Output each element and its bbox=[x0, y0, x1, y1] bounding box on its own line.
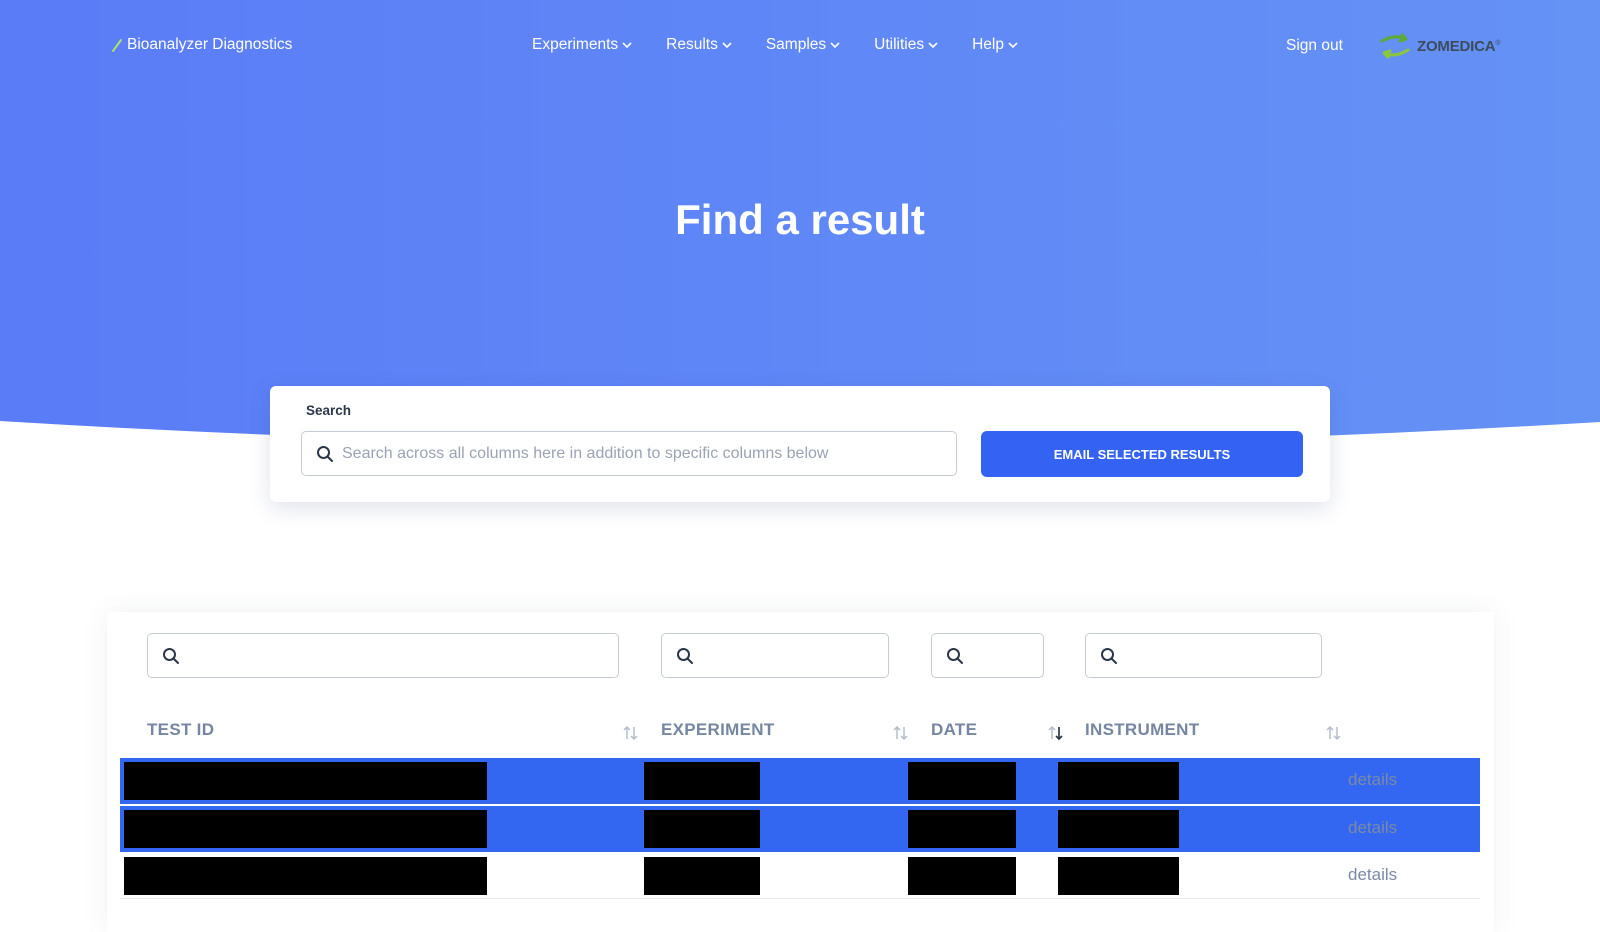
test-id-filter[interactable] bbox=[147, 633, 619, 678]
sort-icon[interactable] bbox=[892, 724, 910, 742]
search-icon bbox=[1101, 648, 1117, 664]
menu-help[interactable]: Help bbox=[972, 36, 1018, 54]
chevron-down-icon bbox=[722, 42, 732, 49]
brand-link[interactable]: Bioanalyzer Diagnostics bbox=[111, 36, 292, 54]
experiment-filter-input[interactable] bbox=[702, 634, 882, 677]
table-row[interactable]: details bbox=[120, 758, 1480, 804]
chevron-down-icon bbox=[622, 42, 632, 49]
zomedica-logo[interactable]: ZOMEDICA® bbox=[1378, 32, 1501, 60]
sort-desc-icon[interactable] bbox=[1047, 724, 1065, 742]
global-search-input[interactable] bbox=[342, 432, 942, 475]
menu-utilities[interactable]: Utilities bbox=[874, 36, 938, 54]
menu-label: Experiments bbox=[532, 36, 619, 53]
main-menu: Experiments Results Samples Utilities He… bbox=[532, 36, 1018, 54]
redacted-instrument bbox=[1058, 810, 1179, 848]
column-header-date[interactable]: DATE bbox=[931, 720, 977, 740]
redacted-test-id bbox=[124, 762, 487, 800]
sort-icon[interactable] bbox=[1325, 724, 1343, 742]
sign-out-link[interactable]: Sign out bbox=[1286, 37, 1343, 55]
sort-icon[interactable] bbox=[622, 724, 640, 742]
details-link[interactable]: details bbox=[1348, 818, 1397, 838]
instrument-filter[interactable] bbox=[1085, 633, 1322, 678]
menu-label: Results bbox=[666, 36, 718, 53]
search-icon bbox=[947, 648, 963, 664]
search-icon bbox=[163, 648, 179, 664]
top-nav: Bioanalyzer Diagnostics Experiments Resu… bbox=[0, 0, 1600, 92]
redacted-test-id bbox=[124, 857, 487, 895]
global-search-field[interactable] bbox=[301, 431, 957, 476]
redacted-date bbox=[908, 857, 1016, 895]
search-card: Search EMAIL SELECTED RESULTS bbox=[270, 386, 1330, 502]
menu-samples[interactable]: Samples bbox=[766, 36, 840, 54]
details-link[interactable]: details bbox=[1348, 865, 1397, 885]
logo-wordmark: ZOMEDICA® bbox=[1417, 37, 1501, 55]
redacted-instrument bbox=[1058, 857, 1179, 895]
redacted-experiment bbox=[644, 857, 760, 895]
search-icon bbox=[317, 446, 333, 462]
chevron-down-icon bbox=[928, 42, 938, 49]
menu-label: Help bbox=[972, 36, 1004, 53]
experiment-filter[interactable] bbox=[661, 633, 889, 678]
results-table: TEST ID EXPERIMENT DATE INSTRUMENT detai… bbox=[107, 612, 1494, 932]
test-id-filter-input[interactable] bbox=[188, 634, 608, 677]
logo-registered-mark: ® bbox=[1495, 39, 1501, 47]
date-filter[interactable] bbox=[931, 633, 1044, 678]
menu-label: Utilities bbox=[874, 36, 925, 53]
leaf-icon bbox=[112, 39, 122, 52]
page-title: Find a result bbox=[675, 196, 925, 243]
column-header-instrument[interactable]: INSTRUMENT bbox=[1085, 720, 1199, 740]
table-row[interactable]: details bbox=[120, 853, 1480, 899]
logo-text: ZOMEDICA bbox=[1417, 37, 1496, 55]
menu-label: Samples bbox=[765, 36, 827, 53]
search-label: Search bbox=[306, 403, 352, 418]
date-filter-input[interactable] bbox=[972, 634, 1038, 677]
redacted-test-id bbox=[124, 810, 487, 848]
redacted-date bbox=[908, 762, 1016, 800]
column-header-test-id[interactable]: TEST ID bbox=[147, 720, 214, 740]
column-header-experiment[interactable]: EXPERIMENT bbox=[661, 720, 775, 740]
brand-name: Bioanalyzer Diagnostics bbox=[127, 36, 293, 53]
details-link[interactable]: details bbox=[1348, 770, 1397, 790]
menu-experiments[interactable]: Experiments bbox=[532, 36, 632, 54]
instrument-filter-input[interactable] bbox=[1126, 634, 1314, 677]
chevron-down-icon bbox=[1008, 42, 1018, 49]
email-selected-results-button[interactable]: EMAIL SELECTED RESULTS bbox=[981, 431, 1303, 477]
redacted-experiment bbox=[644, 810, 760, 848]
redacted-experiment bbox=[644, 762, 760, 800]
chevron-down-icon bbox=[830, 42, 840, 49]
search-icon bbox=[677, 648, 693, 664]
zomedica-logo-icon bbox=[1380, 33, 1410, 59]
redacted-date bbox=[908, 810, 1016, 848]
table-row[interactable]: details bbox=[120, 806, 1480, 852]
menu-results[interactable]: Results bbox=[666, 36, 732, 54]
redacted-instrument bbox=[1058, 762, 1179, 800]
